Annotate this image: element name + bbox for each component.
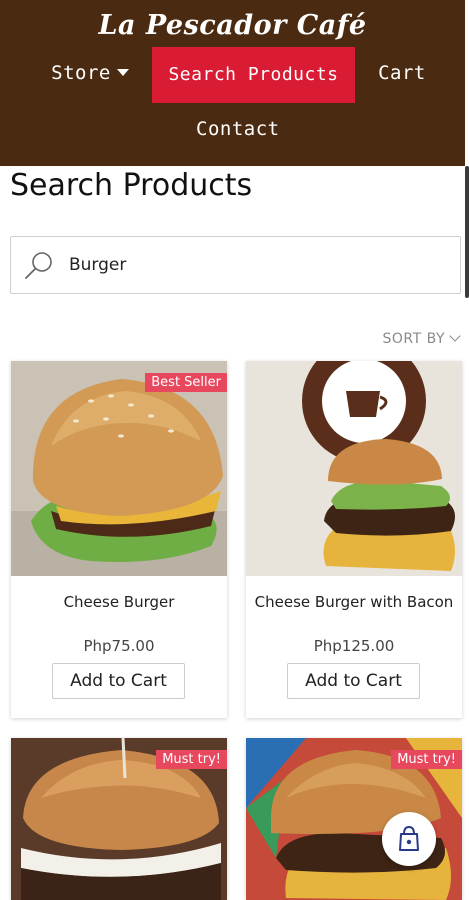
sort-by-label: SORT BY [382,331,445,347]
product-name[interactable]: Cheese Burger with Bacon [254,592,454,612]
search-input[interactable]: Burger [10,236,461,294]
product-image[interactable] [246,361,462,576]
search-input-value: Burger [69,255,127,275]
add-to-cart-button[interactable]: Add to Cart [287,663,420,699]
best-seller-badge: Best Seller [145,373,227,392]
product-image[interactable]: Must try! [11,738,227,900]
shopping-bag-icon [399,825,419,851]
floating-cart-button[interactable] [382,812,436,866]
product-price: Php125.00 [313,637,395,655]
nav-store-label: Store [51,62,111,84]
chevron-down-icon [116,68,129,76]
sort-by-dropdown[interactable]: SORT BY [382,330,461,347]
search-icon [25,252,52,279]
product-price: Php75.00 [83,637,155,655]
site-header: La Pescador Café Store Search Products C… [0,0,465,166]
nav-store[interactable]: Store [48,62,132,88]
nav-cart[interactable]: Cart [378,62,426,88]
product-name[interactable]: Cheese Burger [19,592,219,612]
product-card[interactable]: Best Seller Cheese Burger Php75.00 Add t… [11,361,227,718]
must-try-badge: Must try! [156,750,227,769]
chevron-down-icon [449,330,461,342]
product-card[interactable]: Cheese Burger with Bacon Php125.00 Add t… [246,361,462,718]
burger-image [246,361,462,576]
burger-image [11,361,227,576]
product-image[interactable]: Best Seller [11,361,227,576]
product-card[interactable]: Must try! [11,738,227,900]
page-title: Search Products [10,168,253,203]
brand-logo[interactable]: La Pescador Café [0,10,465,41]
add-to-cart-button[interactable]: Add to Cart [52,663,185,699]
page-scrollbar[interactable] [465,166,469,298]
nav-contact[interactable]: Contact [196,118,279,144]
must-try-badge: Must try! [391,750,462,769]
nav-search-products[interactable]: Search Products [152,47,355,103]
